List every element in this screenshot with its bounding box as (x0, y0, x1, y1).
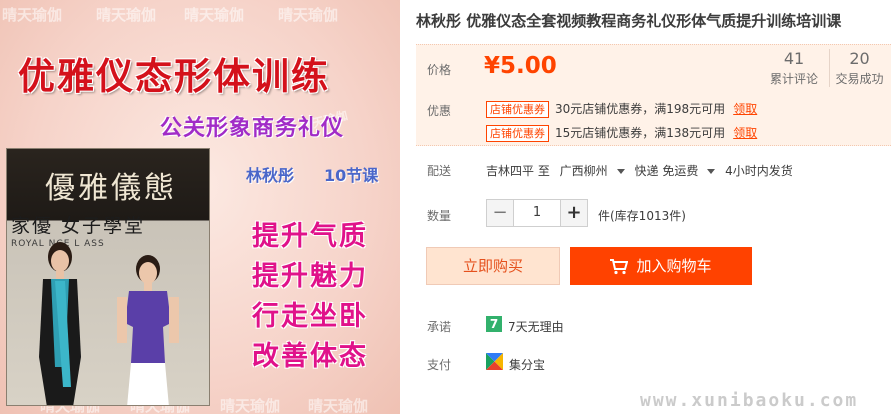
price-label: 价格 (427, 63, 452, 77)
instructor-figure-right (117, 255, 179, 405)
sold-count-stat[interactable]: 20 交易成功 (829, 49, 889, 87)
image-benefit: 行走坐卧 (252, 301, 368, 332)
quantity-decrement-button[interactable]: − (486, 199, 514, 227)
add-to-cart-button[interactable]: 加入购物车 (570, 247, 752, 285)
review-count: 41 (783, 49, 805, 68)
seven-day-return-icon: 7 (486, 316, 502, 332)
image-watermark: 晴天瑜伽 (184, 6, 245, 24)
image-watermark: 晴天瑜伽 (220, 397, 281, 414)
product-title: 林秋彤 优雅仪态全套视频教程商务礼仪形体气质提升训练培训课 (416, 12, 842, 30)
price-value: ¥5.00 (484, 53, 557, 79)
chevron-down-icon (616, 169, 625, 174)
image-watermark: 晴天瑜伽 (2, 6, 63, 24)
ship-from: 吉林四平 至 (486, 164, 550, 178)
site-watermark: www.xunibaoku.com (640, 390, 859, 411)
image-watermark: 晴天瑜伽 (96, 6, 157, 24)
image-author-name: 林秋彤 (246, 166, 295, 185)
image-watermark: 晴天瑜伽 (308, 397, 369, 414)
quantity-input[interactable]: 1 (514, 199, 560, 227)
shopping-cart-icon (610, 258, 629, 274)
photo-sign-calligraphy: 優雅儀態 (45, 171, 177, 206)
review-count-stat[interactable]: 41 累计评论 (764, 49, 824, 87)
add-to-cart-label: 加入购物车 (636, 257, 712, 275)
stock-info: 件(库存1013件) (598, 209, 686, 223)
shipping-method-dropdown[interactable]: 快递 免运费 (635, 164, 716, 178)
shipping-label: 配送 (427, 164, 452, 178)
image-benefit: 提升气质 (252, 221, 368, 252)
coupon-description: 30元店铺优惠券，满198元可用 (555, 102, 726, 116)
payment-method-text: 集分宝 (509, 358, 546, 372)
review-count-label: 累计评论 (769, 72, 818, 86)
jifenbao-icon (486, 353, 503, 370)
photo-sign-school: 家優 女子學堂 (11, 215, 146, 237)
product-main-image[interactable]: 晴天瑜伽 晴天瑜伽 晴天瑜伽 晴天瑜伽 晴天瑜伽 晴天瑜伽 晴天瑜伽 晴天瑜伽 … (0, 0, 400, 414)
product-detail-panel: 林秋彤 优雅仪态全套视频教程商务礼仪形体气质提升训练培训课 价格 ¥5.00 4… (416, 0, 891, 414)
promotion-section: 优惠 店铺优惠券 30元店铺优惠券，满198元可用 领取 店铺优惠券 15元店铺优惠券… (416, 92, 891, 146)
image-headline: 优雅仪态形体训练 (18, 55, 330, 98)
image-lesson-count: 10节课 (324, 166, 379, 185)
payment-label: 支付 (427, 358, 452, 372)
promise-text[interactable]: 7天无理由 (508, 318, 564, 335)
quantity-label: 数量 (427, 209, 452, 223)
coupon-row: 店铺优惠券 15元店铺优惠券，满138元可用 领取 (486, 124, 757, 142)
coupon-tag: 店铺优惠券 (486, 125, 549, 142)
coupon-row: 店铺优惠券 30元店铺优惠券，满198元可用 领取 (486, 100, 757, 118)
image-benefit: 提升魅力 (252, 261, 368, 292)
chevron-down-icon (707, 169, 716, 174)
claim-coupon-link[interactable]: 领取 (733, 126, 757, 140)
quantity-stepper: − 1 + (486, 199, 588, 227)
ship-destination: 广西柳州 (559, 164, 608, 178)
shipping-row: 吉林四平 至 广西柳州 快递 免运费 4小时内发货 (486, 162, 799, 179)
buy-now-button[interactable]: 立即购买 (426, 247, 560, 285)
sold-count-label: 交易成功 (835, 72, 884, 86)
quantity-increment-button[interactable]: + (560, 199, 588, 227)
image-subheadline: 公关形象商务礼仪 (160, 116, 345, 141)
dispatch-time: 4小时内发货 (725, 164, 793, 178)
destination-dropdown[interactable]: 广西柳州 (560, 164, 625, 178)
instructor-figure-left (39, 242, 81, 405)
shipping-method: 快递 免运费 (634, 164, 699, 178)
coupon-tag: 店铺优惠券 (486, 101, 549, 118)
image-benefit: 改善体态 (252, 341, 368, 372)
coupon-description: 15元店铺优惠券，满138元可用 (555, 126, 726, 140)
claim-coupon-link[interactable]: 领取 (733, 102, 757, 116)
sold-count: 20 (849, 49, 870, 68)
promotion-label: 优惠 (427, 104, 452, 118)
instructor-photo: 優雅儀態 家優 女子學堂 ROYAL NCE L ASS (6, 148, 210, 406)
image-watermark: 晴天瑜伽 (278, 6, 339, 24)
promise-label: 承诺 (427, 320, 452, 334)
price-section: 价格 ¥5.00 41 累计评论 20 交易成功 (416, 44, 891, 92)
